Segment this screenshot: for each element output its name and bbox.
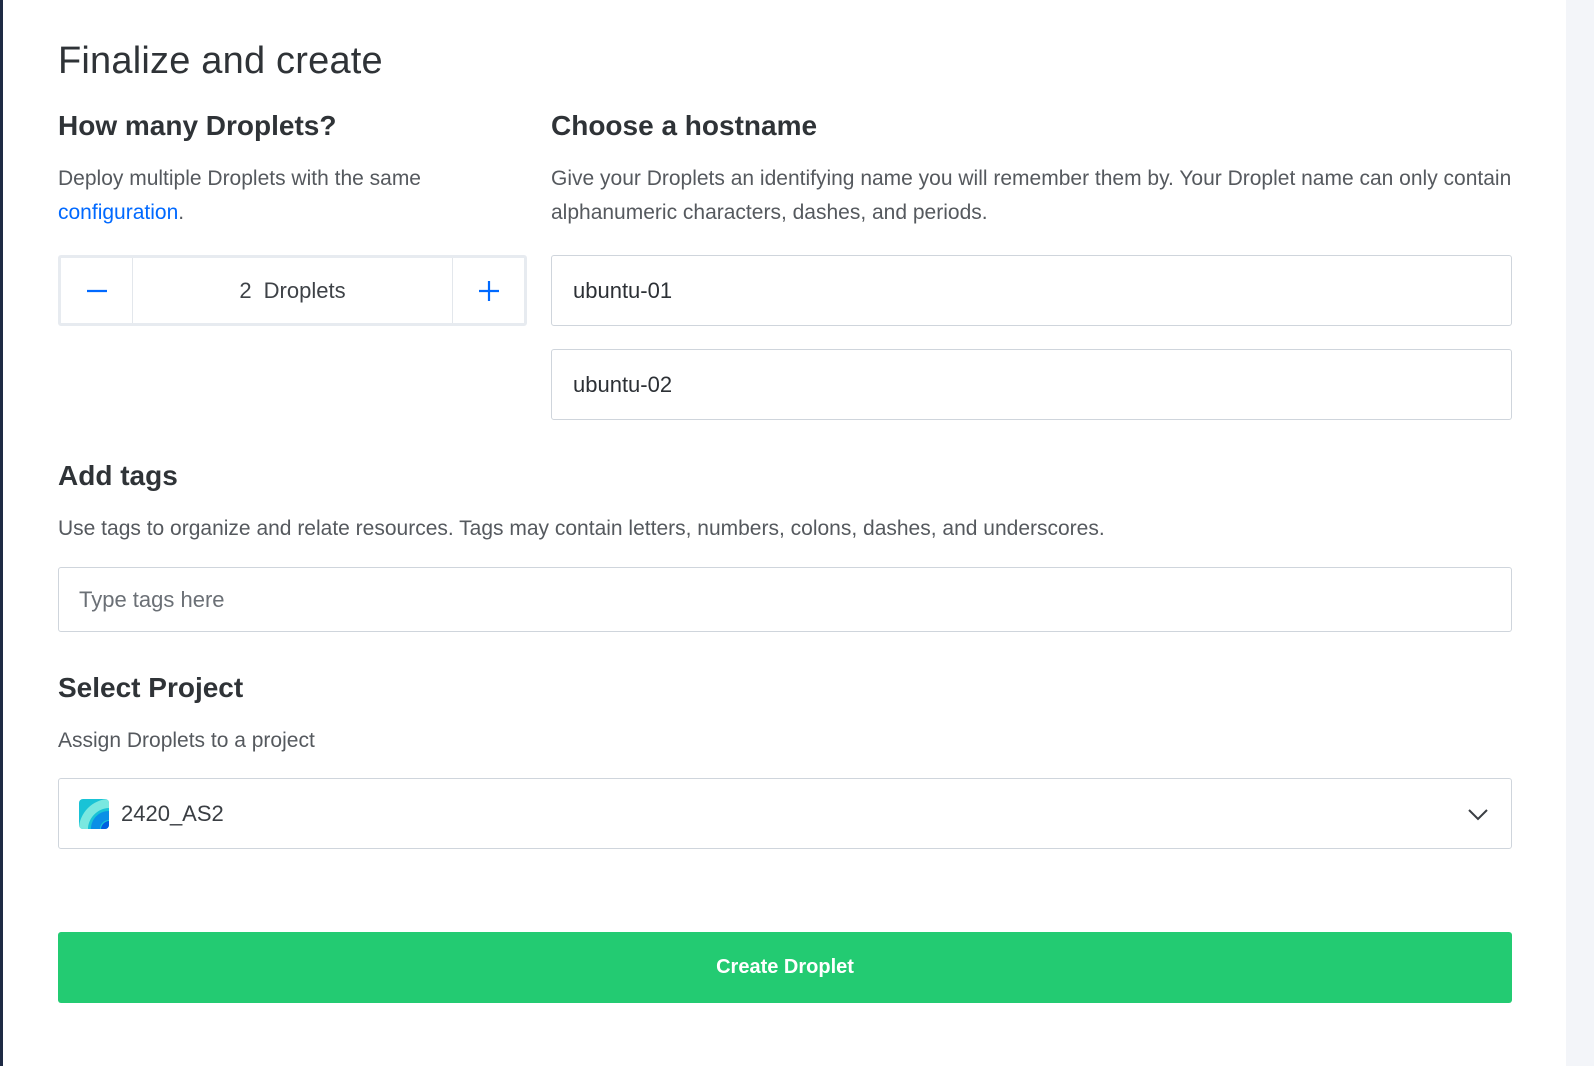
hostname-heading: Choose a hostname <box>551 110 818 141</box>
tags-field[interactable] <box>58 567 1512 632</box>
project-select[interactable]: 2420_AS2 <box>58 778 1512 849</box>
hostname-field-2[interactable] <box>551 349 1512 420</box>
plus-icon <box>478 280 499 301</box>
tags-input[interactable] <box>79 568 1511 631</box>
project-icon <box>79 798 109 829</box>
droplet-count-display: 2 Droplets <box>133 258 452 323</box>
droplets-description: Deploy multiple Droplets with the same c… <box>58 162 498 230</box>
window-left-edge <box>0 0 3 1066</box>
droplet-count-stepper: 2 Droplets <box>58 255 527 326</box>
chevron-down-icon <box>1468 809 1488 821</box>
project-heading: Select Project <box>58 672 244 703</box>
finalize-section: Finalize and create How many Droplets? D… <box>58 0 1512 1066</box>
increase-droplets-button[interactable] <box>452 258 524 323</box>
hostname-field-1[interactable] <box>551 255 1512 326</box>
scrollbar-gutter[interactable] <box>1566 0 1594 1066</box>
hostname-input-2[interactable] <box>573 350 1511 419</box>
droplets-heading: How many Droplets? <box>58 110 337 141</box>
droplet-count-unit: Droplets <box>263 277 346 303</box>
decrease-droplets-button[interactable] <box>61 258 133 323</box>
droplet-count-value: 2 <box>239 277 252 303</box>
minus-icon <box>86 289 107 292</box>
configuration-link[interactable]: configuration <box>58 201 178 224</box>
page-title: Finalize and create <box>58 40 383 82</box>
tags-description: Use tags to organize and relate resource… <box>58 517 1105 540</box>
droplets-description-text: Deploy multiple Droplets with the same <box>58 167 421 190</box>
tags-heading: Add tags <box>58 460 178 491</box>
project-description: Assign Droplets to a project <box>58 729 315 752</box>
droplets-description-period: . <box>178 201 185 224</box>
selected-project: 2420_AS2 <box>121 800 224 826</box>
hostname-description: Give your Droplets an identifying name y… <box>551 167 1512 224</box>
hostname-input-1[interactable] <box>573 256 1511 325</box>
create-droplet-button[interactable]: Create Droplet <box>58 932 1512 1003</box>
